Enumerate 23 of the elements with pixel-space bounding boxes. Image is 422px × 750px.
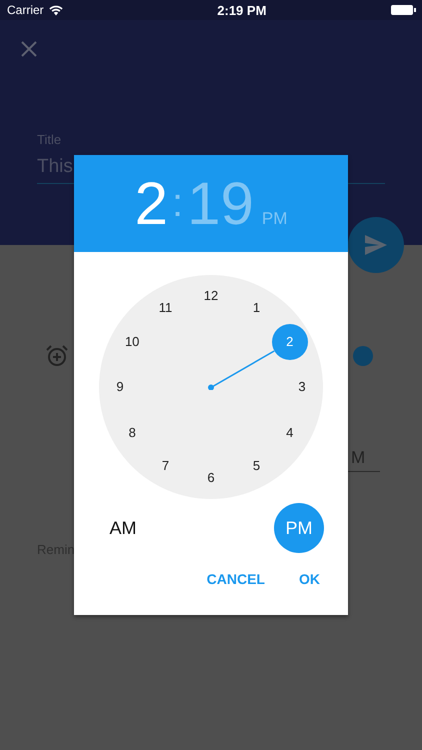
status-time: 2:19 PM [217, 2, 266, 18]
hour-number[interactable]: 4 [272, 414, 308, 450]
hour-number[interactable]: 6 [193, 460, 229, 496]
hour-number[interactable]: 9 [102, 369, 138, 405]
close-icon[interactable] [21, 41, 37, 57]
alarm-add-icon[interactable] [46, 345, 68, 367]
hour-number[interactable]: 10 [114, 324, 150, 360]
toggle-thumb[interactable] [353, 346, 373, 366]
hour-number[interactable]: 8 [114, 414, 150, 450]
hour-number[interactable]: 12 [193, 278, 229, 314]
hour-number[interactable]: 1 [238, 290, 274, 326]
carrier-name: Carrier [7, 3, 44, 17]
hour-number[interactable]: 7 [148, 448, 184, 484]
clock-hand [208, 348, 278, 390]
period-option[interactable]: AM [98, 503, 148, 553]
time-separator: : [172, 181, 184, 226]
battery-icon [391, 5, 416, 15]
period-display: PM [262, 209, 288, 229]
wifi-icon [48, 4, 63, 16]
hour-number[interactable]: 5 [238, 448, 274, 484]
send-icon [365, 235, 387, 255]
hour-number[interactable]: 3 [284, 369, 320, 405]
hour-number[interactable]: 11 [148, 290, 184, 326]
